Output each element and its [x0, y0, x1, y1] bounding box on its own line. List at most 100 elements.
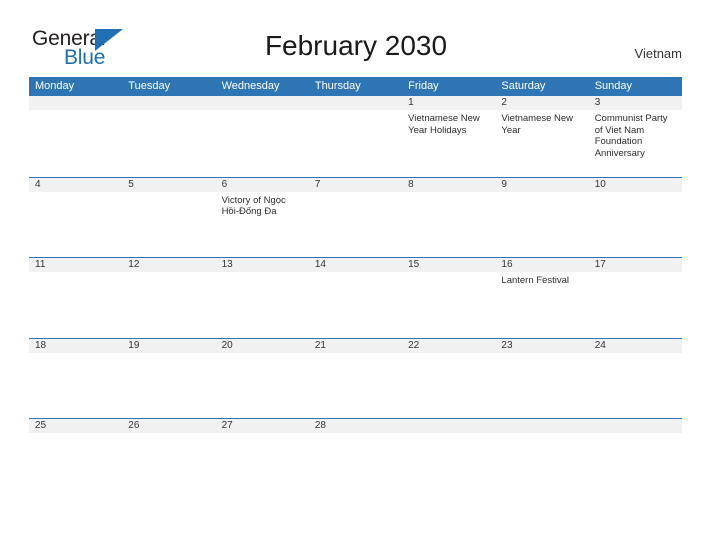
day-number: 22 [402, 338, 496, 353]
day-number: 28 [308, 419, 403, 433]
day-events [402, 433, 495, 436]
calendar-day-cell[interactable]: 2 Vietnamese New Year [495, 96, 589, 177]
day-events [309, 433, 402, 436]
calendar-week-row: 11 12 13 14 15 16 Lantern Festival 17 [29, 257, 682, 338]
holiday-event: Lantern Festival [501, 275, 569, 286]
day-number: 9 [495, 177, 589, 192]
day-events [29, 192, 122, 195]
day-number: 13 [215, 258, 309, 272]
day-events [29, 272, 122, 275]
calendar-day-cell[interactable]: 4 [29, 177, 123, 258]
calendar-page: General Blue February 2030 Vietnam Monda… [0, 0, 712, 550]
weekday-monday: Monday [35, 80, 75, 92]
day-events [309, 272, 402, 275]
day-events [29, 110, 122, 113]
day-number: 26 [122, 419, 216, 433]
day-events [495, 192, 588, 195]
calendar-day-cell[interactable]: 12 [122, 258, 216, 338]
day-events [589, 353, 682, 356]
calendar-day-cell[interactable]: 25 [29, 419, 123, 446]
calendar-day-cell[interactable]: 7 [308, 177, 403, 258]
calendar-day-cell[interactable]: 6 Victory of Ngọc Hồi-Đống Đa [215, 177, 309, 258]
calendar-day-cell[interactable]: 11 [29, 258, 123, 338]
calendar-day-cell[interactable]: 24 [588, 338, 682, 419]
weekday-thursday: Thursday [314, 80, 361, 92]
day-number [215, 96, 309, 110]
day-events [29, 353, 122, 356]
calendar-day-cell[interactable]: 19 [122, 338, 216, 419]
day-events [309, 110, 402, 113]
day-events [122, 353, 215, 356]
weekday-friday: Friday [408, 80, 439, 92]
day-number: 5 [122, 177, 216, 192]
day-number [29, 96, 123, 110]
day-events [122, 433, 215, 436]
calendar-day-cell[interactable]: 22 [402, 338, 496, 419]
day-number: 17 [588, 258, 682, 272]
holiday-event: Vietnamese New Year Holidays [408, 113, 480, 136]
calendar-day-cell[interactable]: 18 [29, 338, 123, 419]
calendar-day-cell[interactable]: 13 [215, 258, 309, 338]
calendar-day-cell-empty [402, 419, 496, 446]
calendar-day-cell[interactable]: 20 [215, 338, 309, 419]
calendar-day-cell[interactable]: 23 [495, 338, 589, 419]
calendar-day-cell[interactable]: 28 [308, 419, 403, 446]
day-number: 11 [29, 258, 123, 272]
day-number [122, 96, 216, 110]
holiday-event: Communist Party of Viet Nam Foundation A… [594, 113, 668, 159]
calendar-day-cell[interactable]: 26 [122, 419, 216, 446]
calendar-day-cell[interactable]: 17 [588, 258, 682, 338]
day-number: 7 [308, 177, 403, 192]
calendar-day-cell-empty [215, 96, 309, 177]
day-number: 2 [495, 96, 589, 110]
calendar-weeks: 1 Vietnamese New Year Holidays 2 Vietnamese… [29, 96, 682, 446]
day-number: 3 [588, 96, 682, 110]
day-events [122, 110, 215, 113]
day-events: Vietnamese New Year Holidays [402, 110, 495, 136]
day-events [216, 353, 309, 356]
day-number: 15 [402, 258, 496, 272]
calendar-day-cell[interactable]: 21 [308, 338, 403, 419]
calendar-day-cell[interactable]: 8 [402, 177, 496, 258]
calendar-day-cell-empty [308, 96, 403, 177]
calendar-day-cell[interactable]: 9 [495, 177, 589, 258]
calendar-day-cell[interactable]: 5 [122, 177, 216, 258]
day-number: 6 [215, 177, 309, 192]
calendar-week-row: 25 26 27 28 [29, 418, 682, 446]
day-number: 24 [588, 338, 682, 353]
day-number: 14 [308, 258, 403, 272]
day-number: 8 [402, 177, 496, 192]
day-events [495, 433, 588, 436]
day-number: 20 [215, 338, 309, 353]
day-events: Communist Party of Viet Nam Foundation A… [589, 110, 682, 159]
holiday-event: Victory of Ngọc Hồi-Đống Đa [221, 194, 286, 218]
calendar-day-cell[interactable]: 1 Vietnamese New Year Holidays [402, 96, 496, 177]
day-events [122, 272, 215, 275]
calendar-day-cell[interactable]: 14 [308, 258, 403, 338]
calendar-week-row: 18 19 20 21 22 23 24 [29, 337, 682, 419]
calendar-day-cell-empty [29, 96, 123, 177]
calendar-day-cell[interactable]: 27 [215, 419, 309, 446]
page-title: February 2030 [264, 30, 448, 61]
page-header: General Blue February 2030 Vietnam [0, 0, 712, 68]
day-events [216, 433, 309, 436]
day-number: 19 [122, 338, 216, 353]
calendar-day-cell[interactable]: 10 [588, 177, 682, 258]
calendar-day-cell[interactable]: 15 [402, 258, 496, 338]
day-number: 27 [215, 419, 309, 433]
day-events [122, 192, 215, 195]
day-number: 23 [495, 338, 589, 353]
weekday-header-row: Monday Tuesday Wednesday Thursday Friday… [29, 77, 682, 96]
calendar-day-cell[interactable]: 3 Communist Party of Viet Nam Foundation … [588, 96, 682, 177]
day-number: 10 [588, 177, 682, 192]
day-events [589, 433, 682, 436]
country-label: Vietnam [634, 46, 682, 61]
calendar-day-cell[interactable]: 16 Lantern Festival [495, 258, 589, 338]
day-events: Victory of Ngọc Hồi-Đống Đa [216, 192, 309, 218]
day-events [309, 353, 402, 356]
calendar-day-cell-empty [122, 96, 216, 177]
day-events [495, 353, 588, 356]
day-events [216, 272, 309, 275]
day-number [308, 96, 403, 110]
calendar-week-row: 4 5 6 Victory of Ngọc Hồi-Đống Đa 7 8 9 10 [29, 176, 682, 258]
